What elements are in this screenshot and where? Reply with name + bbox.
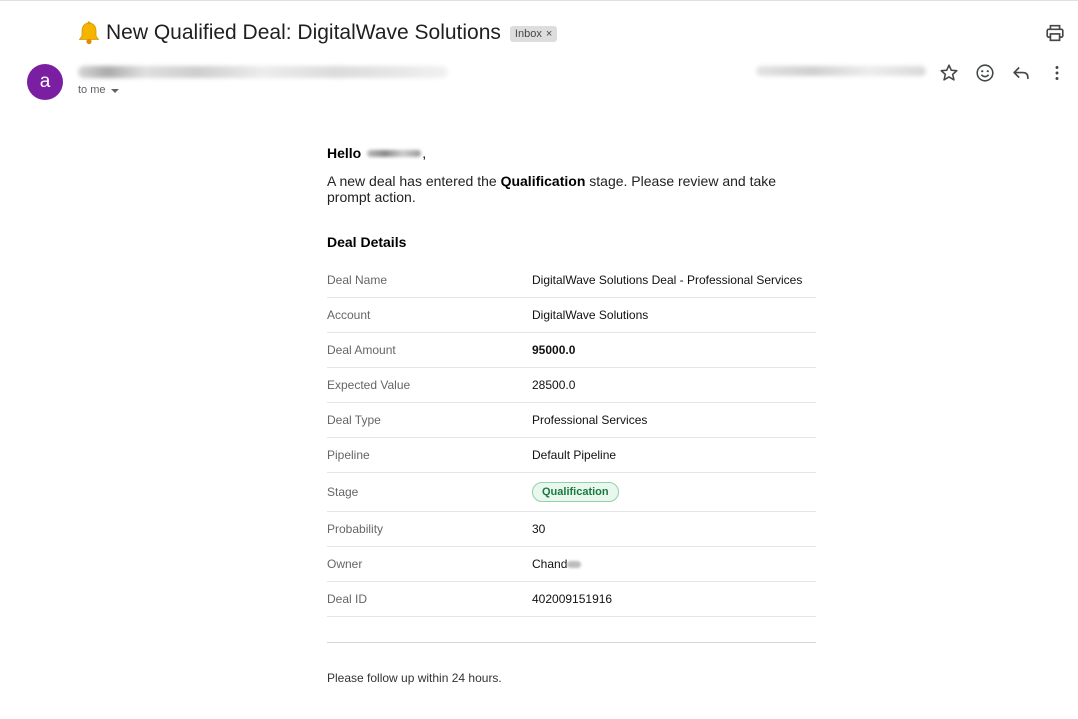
owner-name-redacted [567, 561, 582, 569]
row-label: Deal Amount [327, 332, 532, 368]
caret-down-icon [110, 88, 119, 93]
deal-details-table: Deal Name DigitalWave Solutions Deal - P… [327, 263, 816, 617]
top-divider [0, 0, 1078, 1]
table-row: Account DigitalWave Solutions [327, 297, 816, 333]
star-icon[interactable] [938, 62, 960, 84]
subject-row: New Qualified Deal: DigitalWave Solution… [76, 18, 558, 48]
sender-avatar[interactable]: a [27, 64, 63, 100]
footer-divider [327, 642, 816, 643]
row-label: Stage [327, 472, 532, 512]
print-icon[interactable] [1044, 22, 1066, 44]
recipient-details-toggle[interactable]: to me [78, 84, 119, 96]
deal-details-heading: Deal Details [327, 234, 407, 250]
deal-type-value: Professional Services [532, 402, 816, 438]
date-redacted [756, 66, 926, 76]
inbox-label-text: Inbox [514, 28, 542, 40]
table-row: Deal Name DigitalWave Solutions Deal - P… [327, 263, 816, 298]
email-subject: New Qualified Deal: DigitalWave Solution… [106, 21, 501, 44]
email-body: Hello , A new deal has entered the Quali… [327, 144, 816, 685]
table-row: Deal Amount 95000.0 [327, 332, 816, 368]
row-label: Expected Value [327, 367, 532, 403]
row-label: Deal Name [327, 263, 532, 298]
row-label: Deal ID [327, 581, 532, 617]
deal-id-value: 402009151916 [532, 581, 816, 617]
more-vert-icon[interactable] [1046, 62, 1068, 84]
row-label: Probability [327, 511, 532, 547]
owner-value: Chand [532, 557, 568, 571]
probability-value: 30 [532, 511, 816, 547]
row-label: Owner [327, 546, 532, 582]
expected-value-value: 28500.0 [532, 367, 816, 403]
table-row: Owner Chand [327, 546, 816, 582]
table-row: Expected Value 28500.0 [327, 367, 816, 403]
table-row: Pipeline Default Pipeline [327, 437, 816, 473]
remove-label-icon[interactable]: × [546, 28, 552, 40]
bell-icon [78, 21, 100, 45]
intro-text: A new deal has entered the Qualification… [327, 173, 777, 205]
reply-icon[interactable] [1010, 62, 1032, 84]
recipient-name-redacted [367, 149, 422, 157]
table-row: Deal Type Professional Services [327, 402, 816, 438]
intro-stage-name: Qualification [500, 173, 586, 189]
emoji-icon[interactable] [974, 62, 996, 84]
greeting-text: Hello [327, 145, 362, 161]
table-row: Stage Qualification [327, 472, 816, 512]
deal-amount-value: 95000.0 [532, 332, 816, 368]
inbox-label-chip[interactable]: Inbox × [509, 26, 558, 42]
row-label: Pipeline [327, 437, 532, 473]
to-me-label: to me [78, 84, 106, 96]
greeting: Hello , [327, 145, 427, 161]
row-label: Account [327, 297, 532, 333]
stage-badge: Qualification [532, 482, 619, 502]
sender-name-redacted [78, 66, 448, 78]
row-label: Deal Type [327, 402, 532, 438]
table-row: Probability 30 [327, 511, 816, 547]
deal-name-value: DigitalWave Solutions Deal - Professiona… [532, 263, 816, 298]
account-value: DigitalWave Solutions [532, 297, 816, 333]
pipeline-value: Default Pipeline [532, 437, 816, 473]
footer-note: Please follow up within 24 hours. [327, 671, 502, 685]
table-row: Deal ID 402009151916 [327, 581, 816, 617]
